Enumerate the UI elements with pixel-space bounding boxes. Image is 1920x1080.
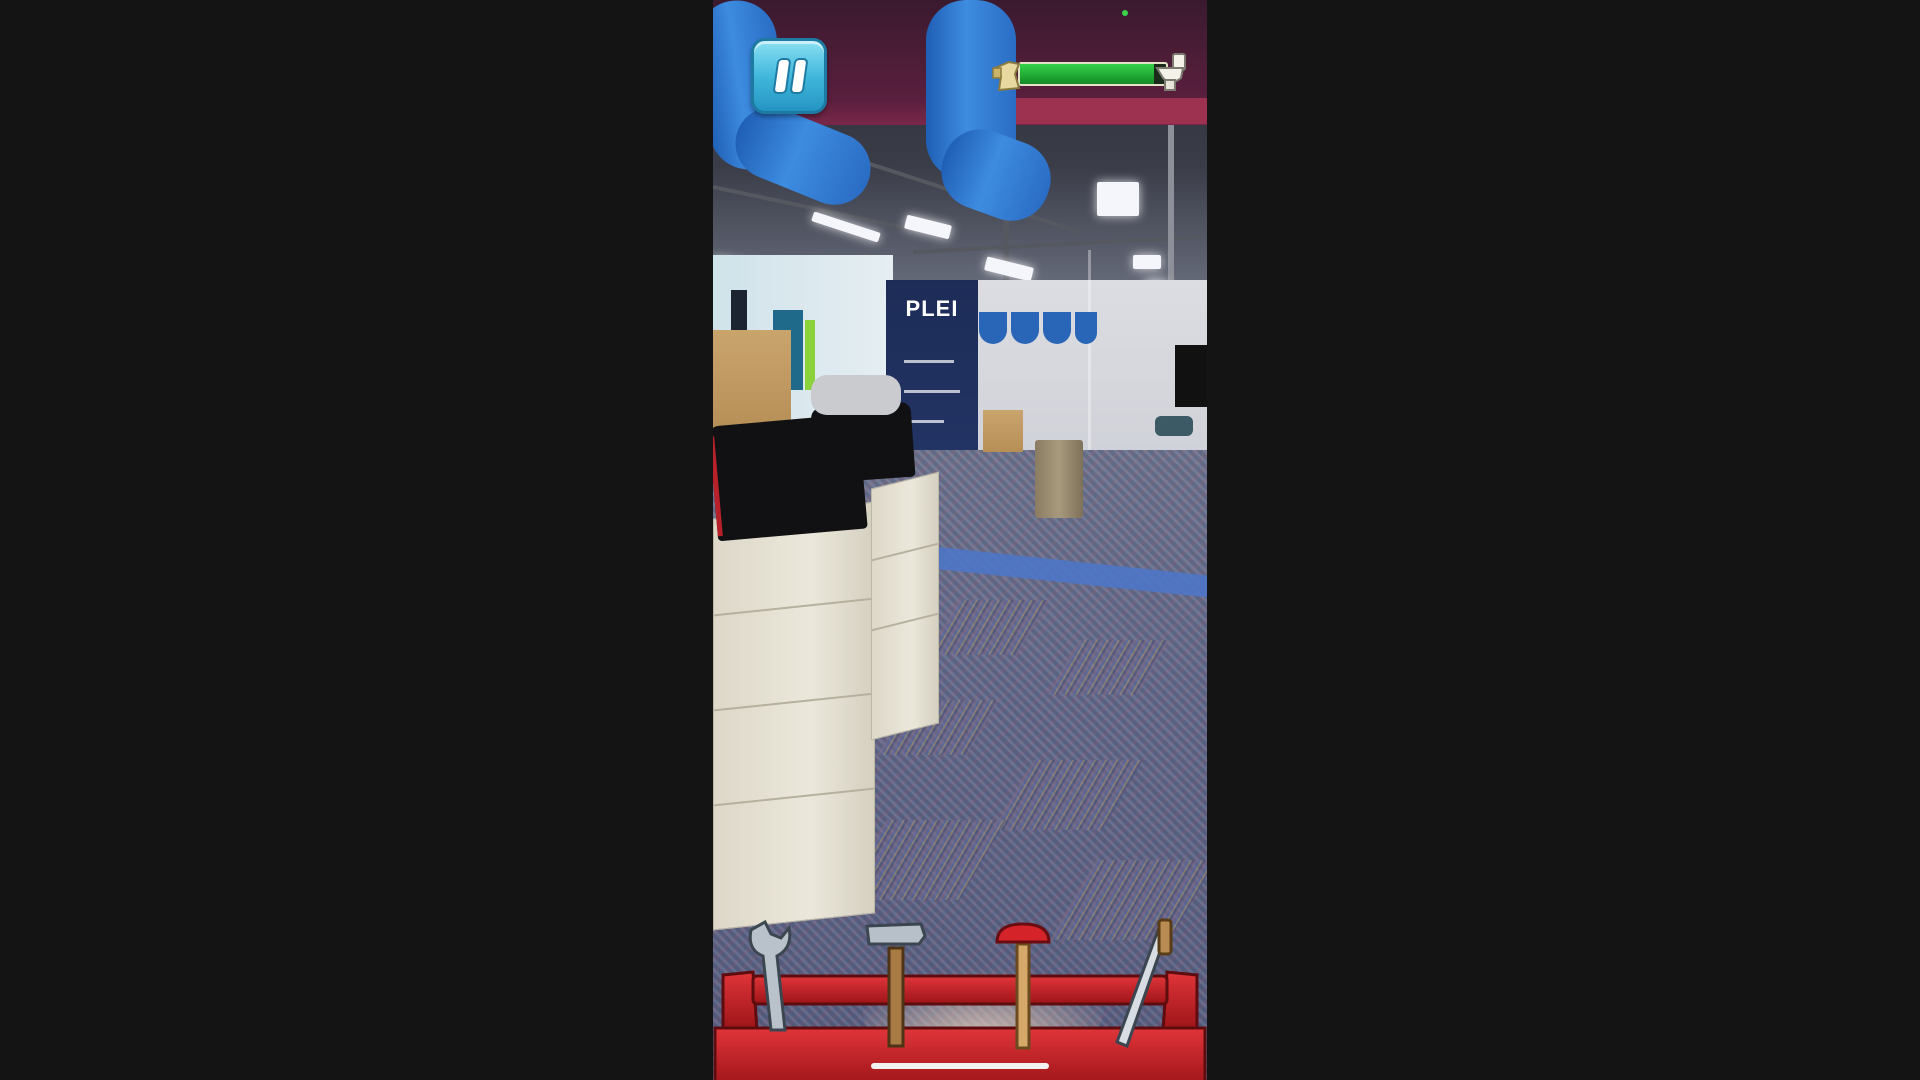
plumber-start-icon	[992, 60, 1021, 92]
drawer-edge	[714, 787, 874, 807]
filing-cabinet	[713, 501, 875, 931]
wall-mural	[805, 320, 815, 390]
hammer-icon[interactable]	[863, 918, 929, 1048]
ceiling-stripe	[993, 98, 1207, 124]
cardboard-box	[713, 330, 791, 430]
chair	[1155, 416, 1193, 436]
drawer-edge	[872, 612, 938, 632]
pause-icon-bar	[774, 60, 790, 92]
drawer-edge	[714, 597, 874, 617]
pause-button[interactable]	[751, 38, 827, 114]
tv-screen	[1175, 345, 1207, 407]
level-progress-fill	[1020, 64, 1155, 84]
game-screen[interactable]: PLEI	[713, 0, 1207, 1080]
drawer-edge	[714, 692, 874, 712]
trash-can	[1035, 440, 1083, 518]
cardboard-box	[983, 410, 1023, 452]
status-dot	[1122, 10, 1128, 16]
level-progress-bar	[1018, 62, 1168, 86]
banner-title: PLEI	[905, 296, 959, 321]
toilet-icon	[1155, 53, 1186, 91]
home-indicator[interactable]	[871, 1063, 1049, 1069]
ceiling-light	[1097, 182, 1139, 216]
ceiling-light	[1133, 255, 1161, 269]
filing-cabinet	[871, 471, 939, 741]
wrench-icon[interactable]	[741, 920, 811, 1040]
wall-decoration	[1043, 312, 1071, 344]
folded-blanket	[811, 375, 901, 415]
saw-icon[interactable]	[1111, 918, 1181, 1048]
toolbox	[713, 900, 1207, 1080]
plunger-icon[interactable]	[991, 920, 1055, 1050]
wall-decoration	[979, 312, 1007, 344]
pause-icon-bar	[791, 60, 807, 92]
wall-decoration	[1075, 312, 1097, 344]
wall-decoration	[1011, 312, 1039, 344]
drawer-edge	[872, 542, 938, 562]
ceiling-pipe	[1168, 125, 1174, 295]
banner-text-line	[904, 360, 954, 363]
glass-partition	[1088, 250, 1091, 480]
banner-text-line	[904, 390, 960, 393]
